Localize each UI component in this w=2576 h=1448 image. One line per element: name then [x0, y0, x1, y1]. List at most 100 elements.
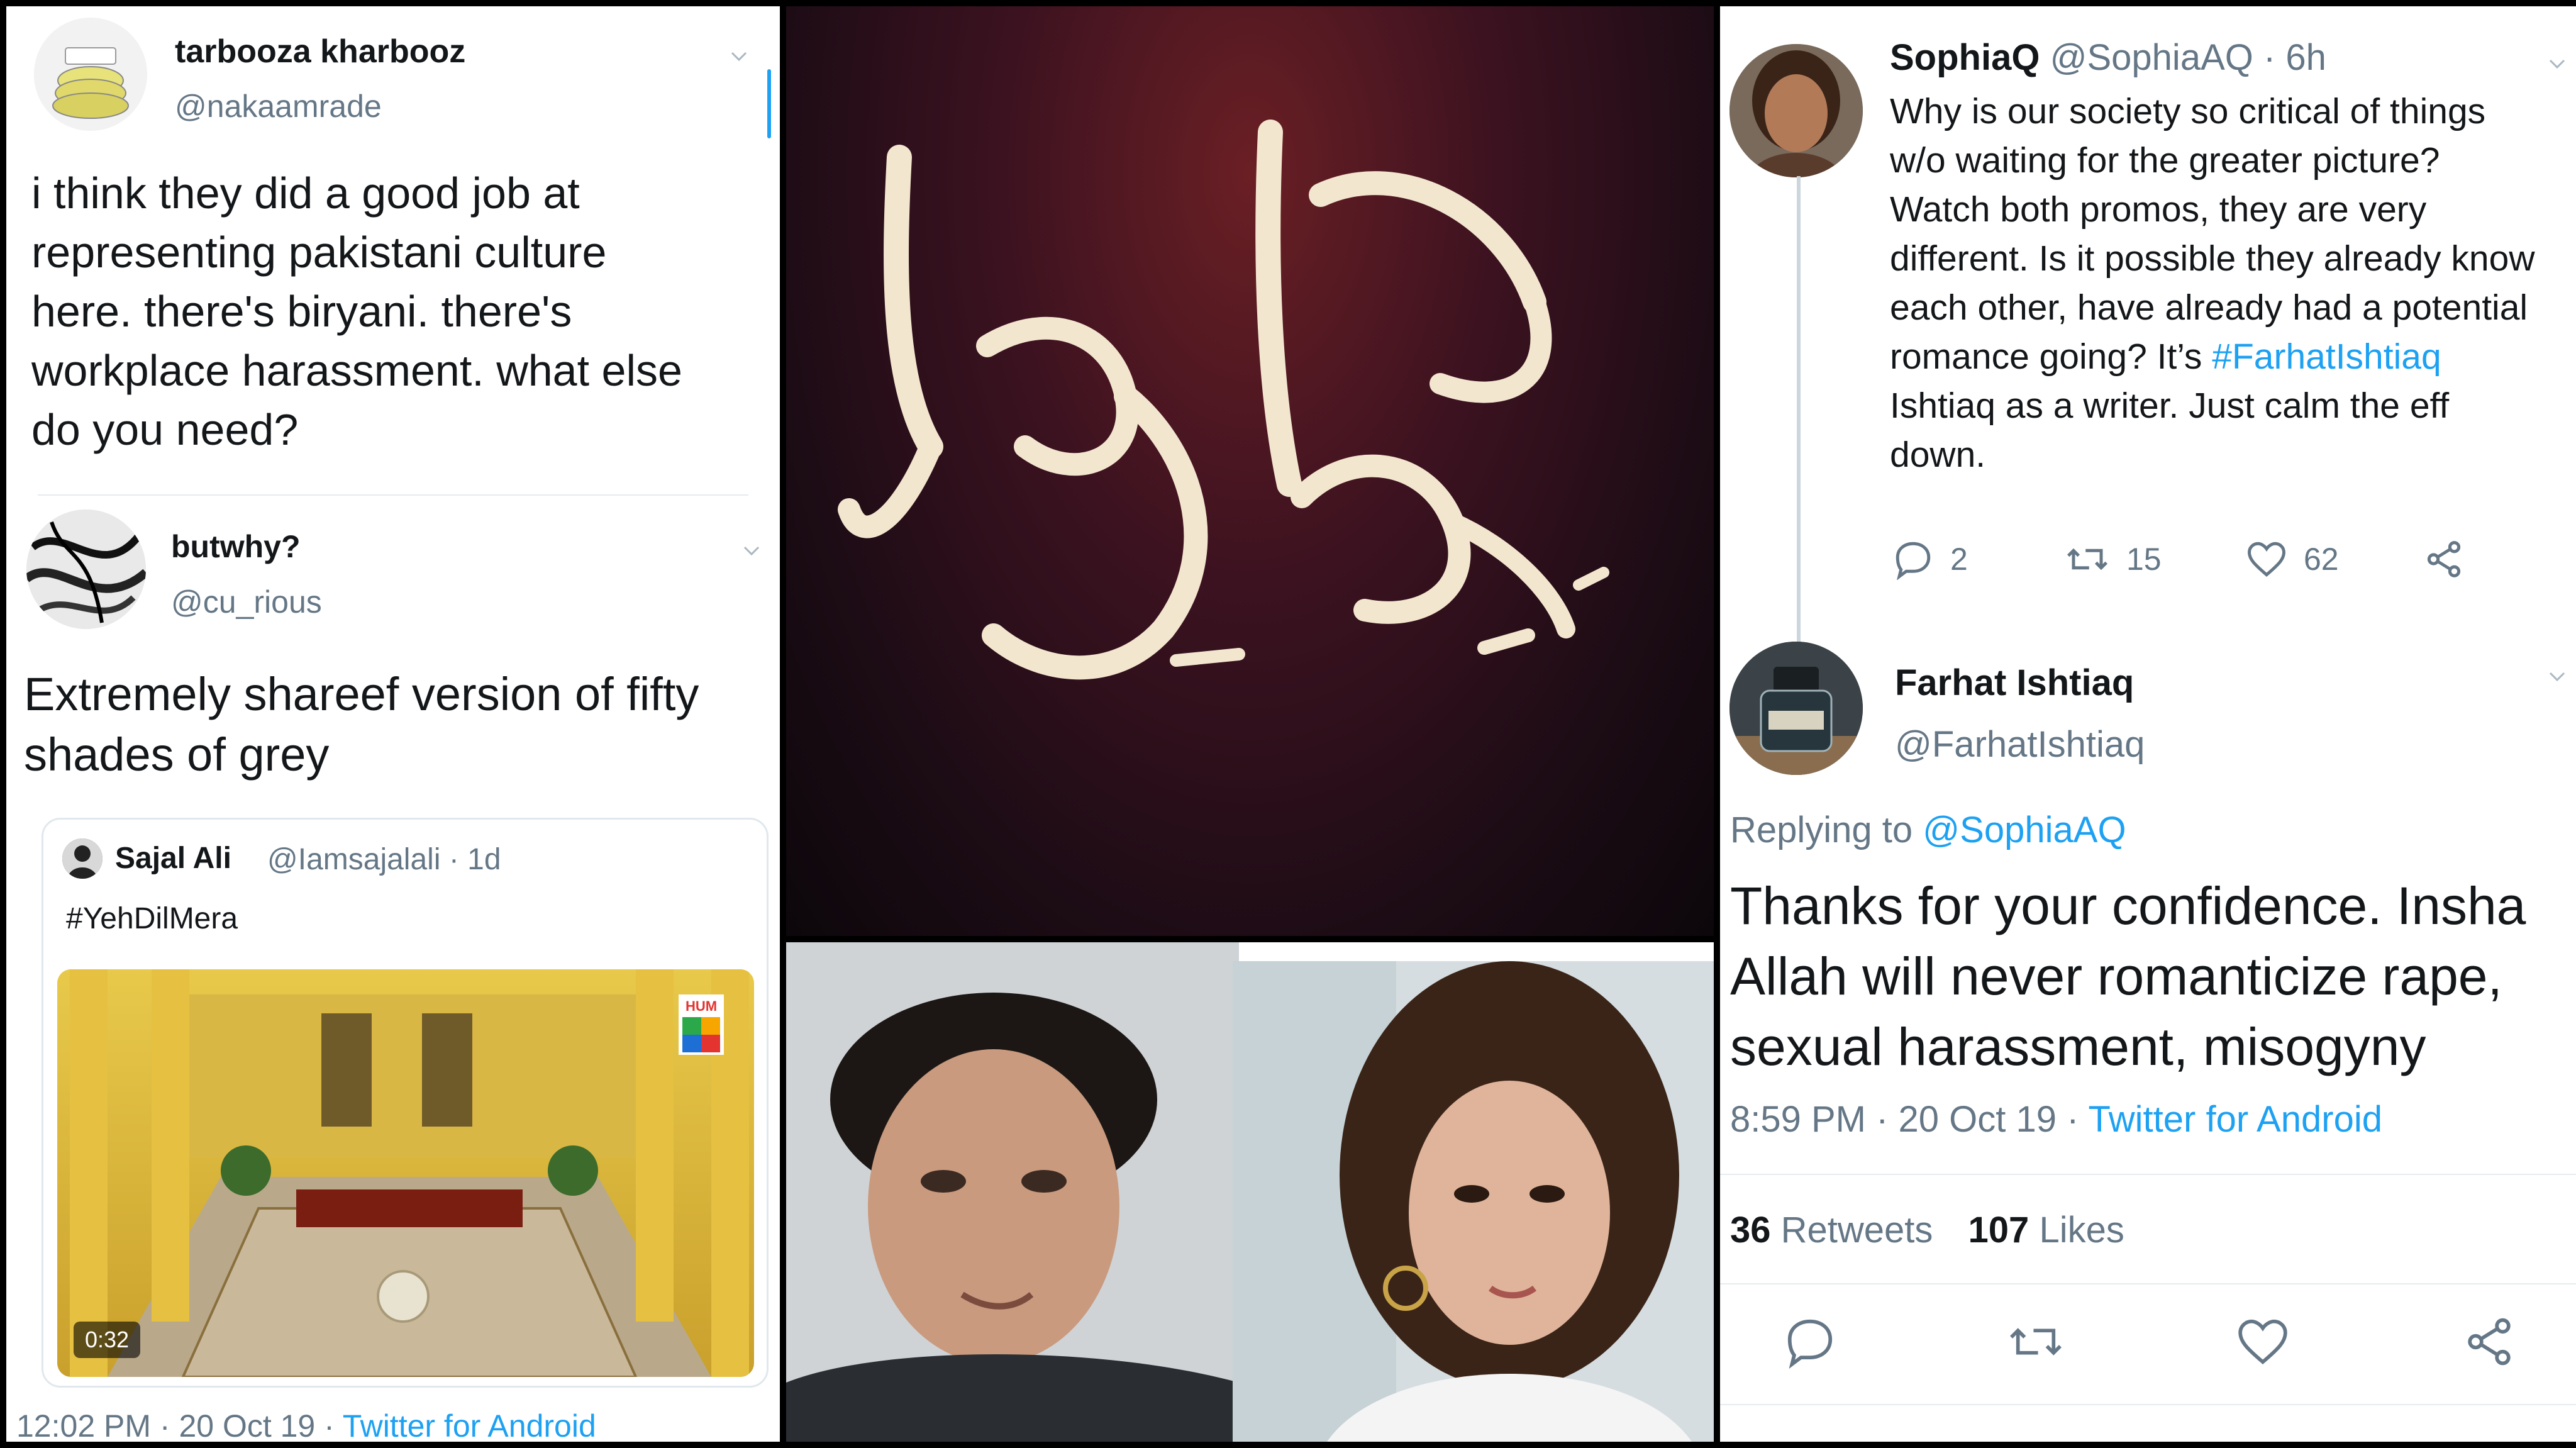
tweet-text-line: Watch both promos, they are very	[1890, 189, 2427, 230]
tweet-text-line: here. there's biryani. there's	[31, 287, 572, 336]
like-button[interactable]: 62	[2246, 538, 2339, 580]
tweet-text-line: Allah will never romanticize rape,	[1730, 947, 2502, 1006]
tweet-text-line: sexual harassment, misogyny	[1730, 1017, 2426, 1076]
reply-icon	[1787, 1319, 1833, 1369]
chevron-down-icon[interactable]	[742, 541, 761, 560]
tweet-timestamp: 12:02 PM · 20 Oct 19 · Twitter for Andro…	[16, 1408, 596, 1442]
channel-logo-text: HUM	[686, 998, 717, 1014]
quoted-tweet-card[interactable]: Sajal Ali @Iamsajalali · 1d #YehDilMera	[42, 818, 769, 1388]
avatar-abstract-icon	[26, 510, 146, 629]
video-thumbnail[interactable]: HUM 0:32	[57, 969, 754, 1377]
likes-link[interactable]: 107 Likes	[1968, 1210, 2124, 1250]
actor-photo	[786, 942, 1239, 1442]
timestamp-text: 8:59 PM · 20 Oct 19 ·	[1730, 1099, 2079, 1140]
actress-portrait	[1233, 961, 1714, 1442]
avatar[interactable]	[1729, 642, 1863, 775]
courtyard-scene	[57, 969, 754, 1377]
tweet-text-line: workplace harassment. what else	[31, 346, 682, 395]
quoted-time: · 1d	[448, 843, 501, 876]
avatar[interactable]	[1729, 44, 1863, 177]
tweet-text-line: Why is our society so critical of things	[1890, 91, 2486, 131]
heart-icon	[2248, 542, 2285, 577]
tweet-text-line: Thanks for your confidence. Insha	[1730, 876, 2526, 935]
scrollbar[interactable]	[767, 69, 771, 138]
reply-count: 2	[1950, 542, 1968, 577]
hashtag-link[interactable]: #FarhatIshtiaq	[2212, 337, 2441, 377]
retweet-button[interactable]	[2007, 1315, 2065, 1369]
replying-prefix: Replying to	[1730, 810, 1913, 850]
tweet-text-line: different. Is it possible they already k…	[1890, 238, 2535, 279]
author-handle[interactable]: @cu_rious	[171, 584, 322, 620]
divider	[1720, 1404, 2576, 1405]
urdu-calligraphy-title	[838, 120, 1609, 680]
author-handle[interactable]: @FarhatIshtiaq	[1895, 723, 2145, 766]
tweet-timestamp: 8:59 PM · 20 Oct 19 · Twitter for Androi…	[1730, 1098, 2382, 1140]
retweet-button[interactable]: 15	[2065, 538, 2162, 580]
retweet-count: 15	[2126, 542, 2162, 577]
avatar	[62, 838, 103, 879]
left-tweet-screenshot: tarbooza kharbooz @nakaamrade i think th…	[6, 6, 780, 1442]
engagement-counts: 36 Retweets 107 Likes	[1730, 1209, 2124, 1251]
quoted-author-name: Sajal Ali	[115, 842, 231, 875]
quoted-handle-text: @Iamsajalali	[267, 843, 441, 876]
tweet-text-line: romance going? It’s #FarhatIshtiaq	[1890, 332, 2575, 381]
actress-photo	[1233, 961, 1714, 1442]
replying-to: Replying to @SophiaAQ	[1730, 809, 2126, 851]
tweet-text-line: shades of grey	[24, 728, 330, 781]
video-duration: 0:32	[74, 1322, 141, 1358]
author-name[interactable]: butwhy?	[171, 528, 301, 565]
author-name[interactable]: tarbooza kharbooz	[175, 33, 465, 70]
divider	[38, 494, 748, 496]
like-button[interactable]	[2236, 1315, 2290, 1369]
author-handle[interactable]: @SophiaAQ	[2050, 37, 2253, 78]
author-handle[interactable]: @nakaamrade	[175, 88, 382, 125]
tweet-text: Why is our society so critical of things…	[1890, 87, 2575, 479]
share-icon	[2427, 541, 2461, 577]
thread-connector	[1797, 176, 1801, 642]
actors-photo-strip	[786, 942, 1714, 1442]
tweet-text-line: w/o waiting for the greater picture?	[1890, 140, 2440, 181]
likes-label: Likes	[2039, 1210, 2124, 1250]
avatar[interactable]	[26, 510, 146, 629]
avatar-ink-bottle-icon	[1729, 642, 1863, 775]
replying-handle-link[interactable]: @SophiaAQ	[1923, 810, 2126, 850]
drama-promo-collage	[786, 6, 1714, 1442]
tweet-text-line: Extremely shareef version of fifty	[24, 668, 699, 720]
share-button[interactable]	[2462, 1315, 2516, 1369]
author-name[interactable]: Farhat Ishtiaq	[1895, 662, 2134, 704]
right-tweet-screenshot: SophiaQ @SophiaAQ · 6h Why is our societ…	[1720, 6, 2576, 1442]
chevron-down-icon[interactable]	[2548, 54, 2567, 73]
quoted-author-handle: @Iamsajalali · 1d	[267, 842, 501, 877]
chevron-down-icon[interactable]	[2548, 667, 2567, 686]
tweet-header: SophiaQ @SophiaAQ · 6h	[1890, 36, 2326, 79]
tweet-text-line: representing pakistani culture	[31, 228, 607, 277]
reply-button[interactable]: 2	[1892, 538, 1968, 580]
chevron-down-icon[interactable]	[730, 47, 748, 65]
like-count: 62	[2304, 542, 2339, 577]
retweet-icon	[2067, 548, 2108, 571]
retweet-icon	[2010, 1328, 2062, 1356]
hum-logo: HUM	[679, 994, 724, 1055]
tweet-text: Extremely shareef version of fifty shade…	[24, 664, 772, 785]
tweet-text-line: do you need?	[31, 405, 299, 454]
tweet-text-line: down.	[1890, 435, 1986, 475]
tweet-text: i think they did a good job at represent…	[31, 164, 774, 459]
tweet-text-line: each other, have already had a potential	[1890, 287, 2528, 328]
retweets-link[interactable]: 36 Retweets	[1730, 1210, 1943, 1250]
reply-button[interactable]	[1783, 1315, 1837, 1369]
share-button[interactable]	[2423, 538, 2465, 580]
avatar[interactable]	[34, 18, 147, 131]
avatar-cake-icon	[34, 18, 147, 131]
heart-icon	[2238, 1319, 2287, 1365]
avatar-photo-icon	[1729, 44, 1863, 177]
tweet-time: · 6h	[2263, 37, 2326, 78]
source-link[interactable]: Twitter for Android	[343, 1408, 596, 1442]
quoted-tweet-text: #YehDilMera	[66, 902, 238, 935]
tweet-text: Thanks for your confidence. Insha Allah …	[1730, 871, 2573, 1082]
actor-portrait	[786, 942, 1239, 1442]
drama-title-card	[786, 6, 1714, 936]
divider	[1720, 1174, 2576, 1175]
retweets-count: 36	[1730, 1210, 1771, 1250]
source-link[interactable]: Twitter for Android	[2089, 1099, 2382, 1140]
author-name[interactable]: SophiaQ	[1890, 37, 2040, 78]
